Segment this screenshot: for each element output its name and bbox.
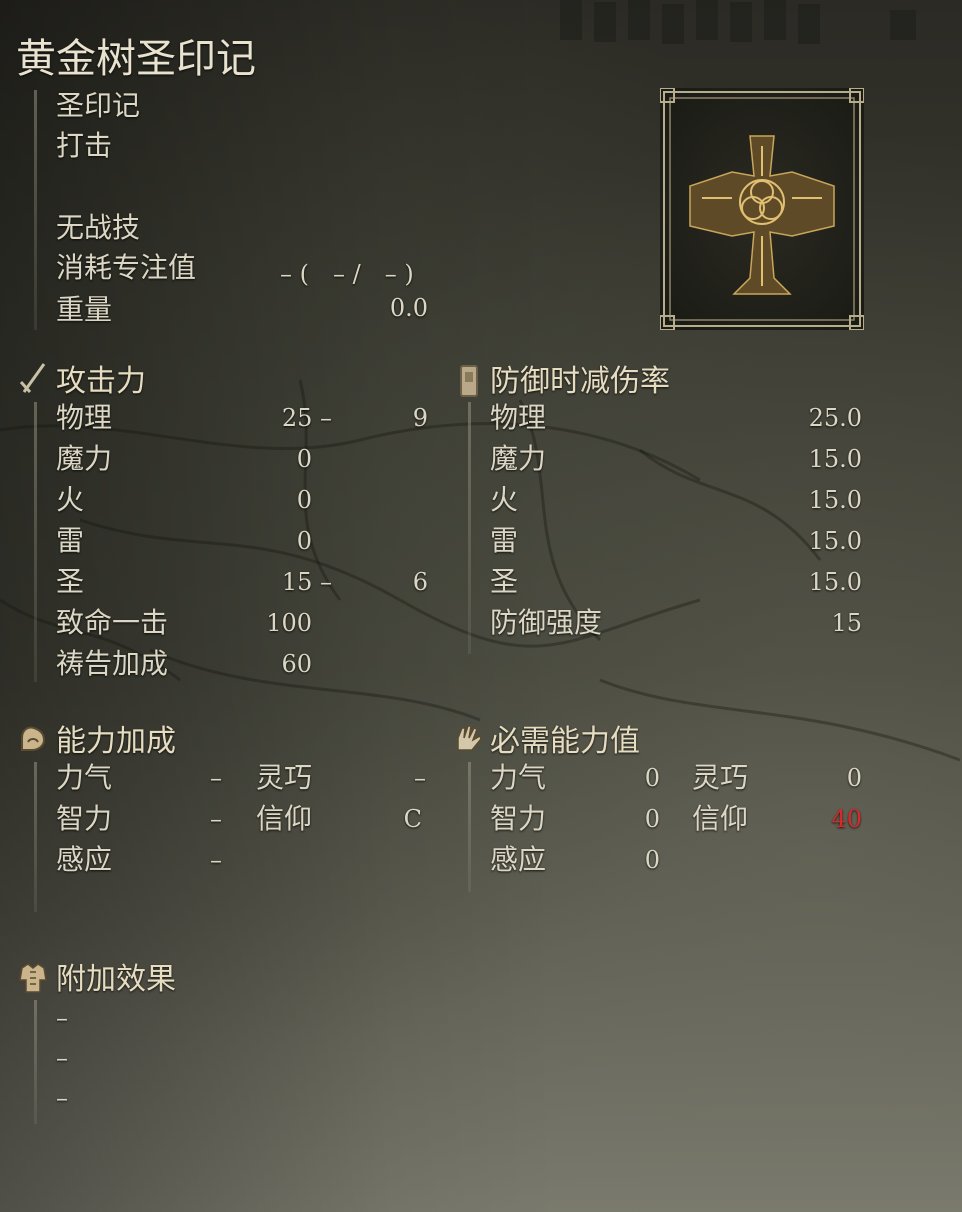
scaling-label-arc: 感应: [56, 843, 113, 876]
requirements-title: 必需能力值: [490, 724, 640, 759]
item-image-frame: [659, 87, 865, 331]
guard-value-lightning: 15.0: [808, 527, 862, 555]
attack-label-fire: 火: [56, 483, 85, 516]
scaling-label-fai: 信仰: [256, 802, 313, 835]
attack-label-magic: 魔力: [56, 442, 113, 475]
guard-value-physical: 25.0: [808, 404, 862, 432]
scaling-label-dex: 灵巧: [256, 761, 313, 794]
scaling-label-int: 智力: [56, 802, 113, 835]
attack-value-critical: 100: [266, 609, 312, 637]
attack-label-physical: 物理: [56, 401, 113, 434]
guard-value-holy: 15.0: [808, 568, 862, 596]
guard-label-boost: 防御强度: [490, 606, 603, 639]
scaling-divider: [34, 762, 37, 912]
guard-label-fire: 火: [490, 483, 519, 516]
hand-icon: [457, 725, 482, 751]
scaling-label-str: 力气: [56, 761, 113, 794]
weight-value: 0.0: [389, 294, 428, 322]
scaling-value-str: –: [210, 764, 222, 792]
attack-label-lightning: 雷: [56, 524, 85, 557]
req-label-dex: 灵巧: [692, 761, 749, 794]
req-value-str: 0: [644, 764, 660, 792]
attack-value-lightning: 0: [296, 527, 312, 555]
info-divider: [34, 90, 37, 330]
attack-value-holy: 15 –: [281, 568, 332, 596]
scaling-title: 能力加成: [56, 724, 176, 759]
effects-divider: [34, 1000, 37, 1124]
req-value-int: 0: [644, 805, 660, 833]
attack-title: 攻击力: [56, 364, 146, 399]
req-label-int: 智力: [490, 802, 547, 835]
attack-value-fire: 0: [296, 486, 312, 514]
armor-icon: [19, 963, 47, 993]
req-label-arc: 感应: [490, 843, 547, 876]
guard-value-fire: 15.0: [808, 486, 862, 514]
skill-name: 无战技: [56, 211, 141, 244]
fp-cost-label: 消耗专注值: [56, 251, 197, 284]
effects-title: 附加效果: [56, 962, 176, 997]
req-label-str: 力气: [490, 761, 547, 794]
effect-item-2: –: [56, 1044, 68, 1072]
req-value-fai: 40: [831, 805, 862, 833]
guard-title: 防御时减伤率: [490, 364, 670, 399]
guard-label-holy: 圣: [490, 565, 519, 598]
attack-bonus-physical: 9: [412, 404, 428, 432]
attack-label-critical: 致命一击: [56, 606, 169, 639]
fp-cost-value: – ( – / – ): [280, 260, 414, 288]
req-value-dex: 0: [846, 764, 862, 792]
attack-value-physical: 25 –: [281, 404, 332, 432]
guard-value-magic: 15.0: [808, 445, 862, 473]
item-name: 黄金树圣印记: [16, 36, 256, 82]
effect-item-3: –: [56, 1084, 68, 1112]
flexed-arm-icon: [21, 726, 46, 751]
weight-label: 重量: [56, 293, 113, 326]
attack-value-incant: 60: [281, 650, 312, 678]
attack-label-incant: 祷告加成: [56, 647, 169, 680]
guard-label-physical: 物理: [490, 401, 547, 434]
requirements-divider: [468, 762, 471, 892]
guard-value-boost: 15: [831, 609, 862, 637]
scaling-value-arc: –: [210, 846, 222, 874]
effect-item-1: –: [56, 1004, 68, 1032]
attack-divider: [34, 402, 37, 682]
attack-type: 打击: [56, 129, 113, 162]
guard-label-magic: 魔力: [490, 442, 547, 475]
attack-label-holy: 圣: [56, 565, 85, 598]
guard-divider: [468, 402, 471, 654]
req-label-fai: 信仰: [692, 802, 749, 835]
scaling-value-int: –: [210, 805, 222, 833]
guard-label-lightning: 雷: [490, 524, 519, 557]
attack-value-magic: 0: [296, 445, 312, 473]
scaling-value-fai: C: [403, 805, 422, 833]
req-value-arc: 0: [644, 846, 660, 874]
sword-icon: [19, 363, 46, 394]
scaling-value-dex: –: [414, 764, 426, 792]
golden-order-seal-icon: [659, 87, 865, 331]
item-type: 圣印记: [56, 89, 141, 122]
attack-bonus-holy: 6: [412, 568, 428, 596]
shield-icon: [460, 365, 478, 397]
